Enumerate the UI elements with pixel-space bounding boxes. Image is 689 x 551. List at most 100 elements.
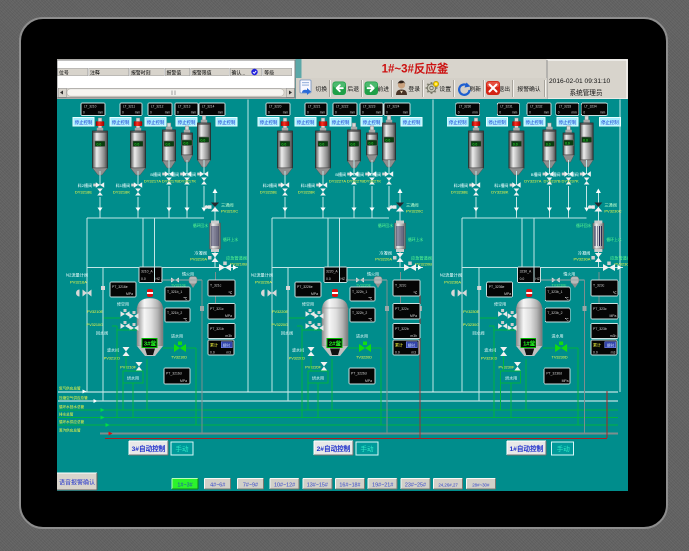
svg-text:0: 0 xyxy=(268,111,270,115)
svg-text:PV3220F: PV3220F xyxy=(305,366,322,370)
svg-text:0.0: 0.0 xyxy=(166,143,171,147)
svg-text:3220_A: 3220_A xyxy=(326,270,338,274)
svg-text:停止控制: 停止控制 xyxy=(260,119,278,126)
svg-text:T_322b_2: T_322b_2 xyxy=(352,311,367,315)
svg-text:mm: mm xyxy=(600,111,606,115)
svg-text:料2槽阀: 料2槽阀 xyxy=(263,182,277,188)
svg-text:LT_3210: LT_3210 xyxy=(84,105,97,109)
svg-text:LT_3233: LT_3233 xyxy=(559,105,572,109)
svg-text:0: 0 xyxy=(201,111,203,115)
svg-text:B槽阀: B槽阀 xyxy=(531,171,542,177)
svg-text:0.0: 0.0 xyxy=(351,143,356,147)
svg-text:PV3210E: PV3210E xyxy=(87,310,104,314)
svg-text:LT_3222: LT_3222 xyxy=(336,105,349,109)
svg-text:T_323b_1: T_323b_1 xyxy=(547,290,562,294)
svg-text:LT_3224: LT_3224 xyxy=(387,105,400,109)
svg-text:T_323b_2: T_323b_2 xyxy=(547,311,562,315)
svg-text:DY3238K: DY3238K xyxy=(491,190,508,195)
svg-text:循环上水: 循环上水 xyxy=(223,237,238,242)
svg-text:排水总管: 排水总管 xyxy=(59,412,74,417)
svg-text:前进: 前进 xyxy=(377,85,389,93)
svg-text:循环回水: 循环回水 xyxy=(193,223,208,228)
svg-text:惰火用: 惰火用 xyxy=(367,271,379,277)
svg-text:PV3220G: PV3220G xyxy=(272,323,289,327)
svg-text:2016-02-01 09:31:10: 2016-02-01 09:31:10 xyxy=(549,78,611,85)
svg-text:0: 0 xyxy=(558,111,560,115)
svg-text:MPa: MPa xyxy=(410,314,417,318)
svg-text:TV3230D: TV3230D xyxy=(552,356,568,360)
svg-text:PT_323b: PT_323b xyxy=(593,327,607,331)
svg-text:T_323c: T_323c xyxy=(593,284,605,288)
svg-text:0.0: 0.0 xyxy=(135,143,140,147)
svg-text:应急管道阀: 应急管道阀 xyxy=(226,255,247,262)
svg-text:停止控制: 停止控制 xyxy=(147,119,165,126)
svg-text:DY3228K: DY3228K xyxy=(298,190,315,195)
svg-text:0: 0 xyxy=(177,111,179,115)
svg-text:0: 0 xyxy=(122,111,124,115)
svg-text:报警限值: 报警限值 xyxy=(192,70,212,77)
svg-text:D槽阀: D槽阀 xyxy=(568,171,579,177)
svg-text:0.0: 0.0 xyxy=(513,143,518,147)
svg-text:DY3227A: DY3227A xyxy=(329,179,346,184)
svg-text:C槽阀: C槽阀 xyxy=(353,171,364,177)
svg-text:℃: ℃ xyxy=(368,297,372,301)
svg-text:PV3220B: PV3220B xyxy=(415,262,432,267)
svg-text:氮气供应总管: 氮气供应总管 xyxy=(59,386,81,391)
svg-text:惰火用: 惰火用 xyxy=(563,271,575,277)
svg-text:4#~6#: 4#~6# xyxy=(210,483,225,489)
svg-text:PV3230F: PV3230F xyxy=(498,366,515,370)
svg-text:PT_3236d: PT_3236d xyxy=(546,372,562,376)
svg-text:0: 0 xyxy=(499,111,501,115)
svg-text:修空用: 修空用 xyxy=(494,301,506,307)
svg-text:PT_322c: PT_322c xyxy=(395,307,409,311)
svg-text:PV3210G: PV3210G xyxy=(87,323,104,327)
svg-text:MPa: MPa xyxy=(562,379,569,383)
svg-text:N2流量计阀: N2流量计阀 xyxy=(440,272,462,279)
svg-text:语音报警确认: 语音报警确认 xyxy=(59,479,95,487)
svg-text:T_322b_1: T_322b_1 xyxy=(352,290,367,294)
svg-text:蒸汽供应总管: 蒸汽供应总管 xyxy=(59,428,81,433)
svg-text:PT_3216e: PT_3216e xyxy=(112,285,128,289)
svg-text:0.0: 0.0 xyxy=(583,139,588,143)
svg-text:料2槽阀: 料2槽阀 xyxy=(78,182,92,188)
svg-text:PT_321b: PT_321b xyxy=(210,327,224,331)
svg-text:报警时刻: 报警时刻 xyxy=(131,70,151,77)
svg-text:循环回水: 循环回水 xyxy=(378,223,393,228)
svg-text:0.0: 0.0 xyxy=(282,143,287,147)
svg-text:B槽阀: B槽阀 xyxy=(150,171,161,177)
svg-text:m3h: m3h xyxy=(225,334,232,338)
svg-text:13#~15#: 13#~15# xyxy=(307,483,328,489)
svg-text:PV3230A: PV3230A xyxy=(573,257,590,262)
svg-text:停止控制: 停止控制 xyxy=(297,119,315,126)
svg-text:mm: mm xyxy=(512,111,518,115)
svg-text:PV3230G: PV3230G xyxy=(463,323,480,327)
svg-text:PV3210F: PV3210F xyxy=(120,366,137,370)
svg-text:停止控制: 停止控制 xyxy=(403,119,421,126)
svg-text:停止控制: 停止控制 xyxy=(526,119,544,126)
svg-text:mm: mm xyxy=(472,111,478,115)
svg-text:LT_3223: LT_3223 xyxy=(363,105,376,109)
svg-text:mm: mm xyxy=(135,111,141,115)
svg-text:℃: ℃ xyxy=(413,291,417,295)
svg-text:惰火用: 惰火用 xyxy=(182,271,194,277)
svg-text:0.0: 0.0 xyxy=(184,142,189,146)
svg-text:循环上水: 循环上水 xyxy=(606,237,621,242)
svg-text:三通阀: 三通阀 xyxy=(604,202,617,209)
svg-text:0: 0 xyxy=(529,111,531,115)
svg-text:DY3237A: DY3237A xyxy=(524,179,541,184)
svg-text:T_322c: T_322c xyxy=(395,284,407,288)
svg-text:1#~3#: 1#~3# xyxy=(177,483,192,489)
svg-text:T_321b_1: T_321b_1 xyxy=(167,290,182,294)
svg-text:PV3210B: PV3210B xyxy=(230,262,247,267)
svg-text:LT_3220: LT_3220 xyxy=(269,105,282,109)
svg-text:3#釜: 3#釜 xyxy=(144,340,156,348)
svg-text:mm: mm xyxy=(283,111,289,115)
svg-text:瞬时: 瞬时 xyxy=(223,343,231,348)
svg-text:PV3210D: PV3210D xyxy=(104,357,121,361)
svg-text:位号: 位号 xyxy=(59,70,69,77)
svg-text:0.0: 0.0 xyxy=(395,351,400,355)
svg-text:m3: m3 xyxy=(226,351,231,355)
svg-text:mm: mm xyxy=(350,111,356,115)
svg-text:C槽阀: C槽阀 xyxy=(168,171,179,177)
svg-text:PV3230E: PV3230E xyxy=(463,310,480,314)
